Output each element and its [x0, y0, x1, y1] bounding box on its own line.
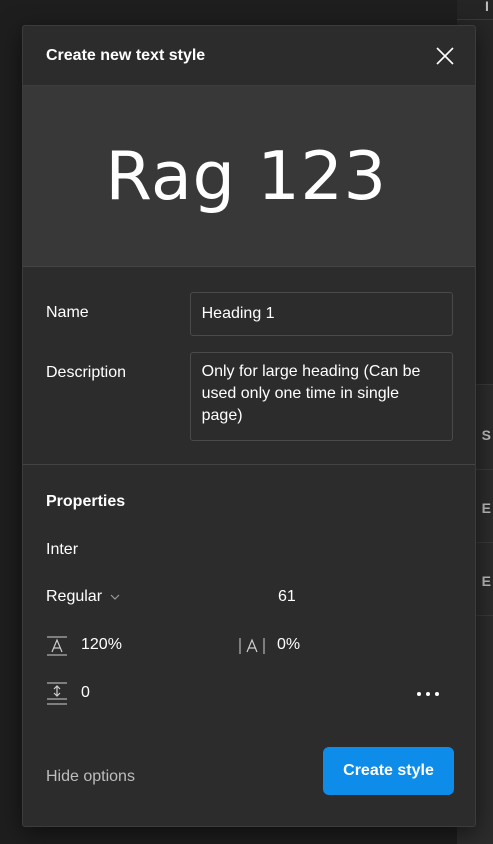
line-height-icon [47, 636, 67, 656]
description-label: Description [46, 364, 127, 381]
create-style-button[interactable]: Create style [323, 747, 454, 795]
properties-title: Properties [46, 493, 126, 510]
chevron-down-icon [110, 594, 120, 600]
background-top-label: I [485, 0, 489, 14]
name-label: Name [46, 304, 89, 321]
letter-spacing-icon [239, 638, 265, 654]
dialog-title: Create new text style [46, 46, 206, 64]
paragraph-spacing-input[interactable]: 0 [81, 684, 90, 702]
letter-spacing-input[interactable]: 0% [277, 636, 300, 654]
close-icon [436, 46, 454, 65]
paragraph-spacing-icon [47, 682, 67, 705]
font-weight-dropdown[interactable]: Regular [46, 588, 120, 606]
hide-options-link[interactable]: Hide options [46, 768, 135, 786]
text-style-preview: Rag 123 [23, 86, 475, 267]
font-size-input[interactable]: 61 [278, 588, 296, 606]
style-fields: Name Heading 1 Description Only for larg… [23, 267, 475, 465]
description-textarea[interactable]: Only for large heading (Can be used only… [189, 352, 453, 441]
background-style-row-label: S [481, 426, 491, 443]
create-text-style-dialog: Create new text style Rag 123 Name Headi… [22, 25, 476, 827]
more-horizontal-icon [417, 692, 439, 696]
background-style-row-label: E [481, 572, 491, 589]
more-options-button[interactable] [413, 682, 443, 706]
dialog-header: Create new text style [23, 26, 475, 86]
background-style-row-label: E [481, 499, 491, 516]
font-family-picker[interactable]: Inter [46, 541, 78, 559]
line-height-input[interactable]: 120% [81, 636, 122, 654]
name-input[interactable]: Heading 1 [189, 292, 453, 336]
properties-section: Properties Inter Regular 61 120% 0% 0 Hi… [23, 465, 475, 825]
close-button[interactable] [433, 44, 457, 68]
preview-text: Rag 123 [105, 137, 387, 215]
font-weight-value: Regular [46, 588, 103, 605]
name-row: Name Heading 1 [46, 292, 453, 336]
description-row: Description Only for large heading (Can … [46, 352, 453, 441]
